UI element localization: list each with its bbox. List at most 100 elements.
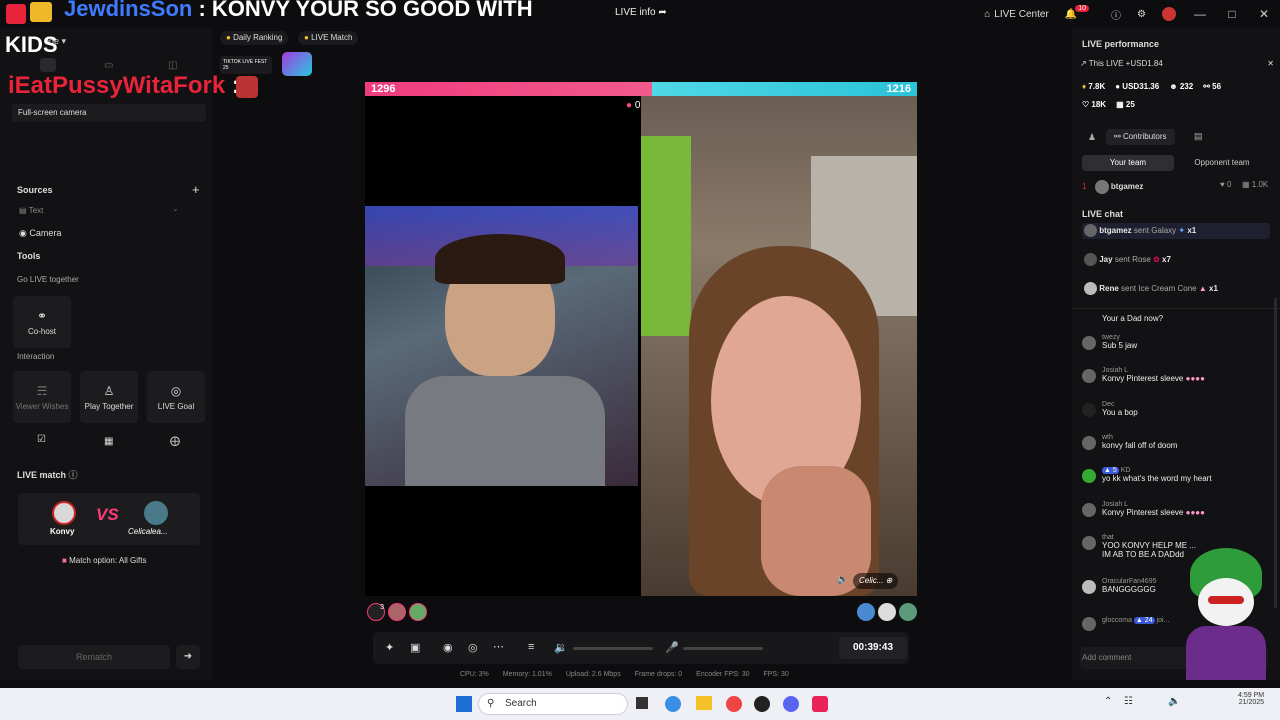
trend-icon: ↗ bbox=[1080, 59, 1087, 68]
livefest-badge[interactable]: TIKTOK LIVE FEST 25 bbox=[220, 56, 272, 74]
opponent-name-tag[interactable]: Celic... ⊕ bbox=[853, 573, 899, 589]
stream-controls: ✦ ▣ ◉ ◎ ⋯ ≡ 🔉 🎤 00:39:43 bbox=[373, 632, 909, 664]
screenshot-icon[interactable]: ◎ bbox=[468, 641, 478, 654]
gift-icon: ☴ bbox=[36, 383, 48, 398]
volume-icon[interactable]: 🔉 bbox=[554, 641, 568, 654]
clock[interactable]: 4:59 PM 21/2025 bbox=[1238, 692, 1264, 706]
chat-text: Konvy Pinterest sleeve bbox=[1102, 374, 1184, 383]
microphone-icon[interactable]: 🎤 bbox=[665, 641, 679, 654]
gift-message: btgamez sent Galaxy ✦ x1 bbox=[1082, 223, 1270, 239]
gift-box-icon[interactable]: ▦ bbox=[104, 436, 113, 447]
settings-button[interactable]: ⚙ bbox=[1129, 9, 1154, 20]
gifter-avatar[interactable] bbox=[409, 603, 427, 621]
stats-row-1: ♦ 7.8K ● USD31.36 ☻ 232 ⚯ 56 bbox=[1082, 82, 1221, 91]
more-icon[interactable]: ⋯ bbox=[493, 640, 504, 653]
taskbar-search[interactable]: ⚲ Search bbox=[478, 693, 628, 715]
chevron-down-icon[interactable]: ⌄ bbox=[172, 204, 179, 213]
gift-user: btgamez bbox=[1099, 226, 1132, 235]
mic-slider[interactable] bbox=[683, 647, 763, 650]
gifter-avatar[interactable]: 3 bbox=[367, 603, 385, 621]
stream-caption-red: iEatPussyWitaFork : bbox=[8, 72, 240, 100]
close-window-button[interactable]: ✕ bbox=[1248, 7, 1280, 21]
source-camera-item[interactable]: ◉ Camera bbox=[19, 228, 61, 239]
opponent-team-tab[interactable]: Opponent team bbox=[1176, 155, 1268, 171]
discord-icon[interactable] bbox=[783, 696, 799, 712]
chat-text: yo kk what's the word my heart bbox=[1102, 474, 1212, 483]
live-match-badge[interactable]: ● LIVE Match bbox=[298, 31, 359, 45]
ranking-icon: ● bbox=[226, 33, 231, 42]
opponent-gifter-avatar[interactable] bbox=[878, 603, 896, 621]
exit-match-button[interactable]: ➜ bbox=[176, 645, 200, 669]
stream-caption-title: JewdinsSon : KONVY YOUR SO GOOD WITH bbox=[64, 0, 533, 22]
this-live-row[interactable]: ↗ This LIVE +USD1.84 ✕ bbox=[1080, 56, 1274, 72]
contributor-score-b: 1.0K bbox=[1251, 180, 1269, 189]
cohost-button[interactable]: ⚭ Co-host bbox=[13, 296, 71, 348]
tiktok-live-studio-icon[interactable] bbox=[812, 696, 828, 712]
live-info-button[interactable]: LIVE info ➦ bbox=[615, 7, 667, 18]
user-add-icon[interactable]: ♟ bbox=[1088, 132, 1096, 143]
live-info-label: LIVE info bbox=[615, 7, 656, 18]
speaker-icon[interactable]: 🔈 bbox=[837, 574, 848, 585]
opponent-gifter-avatar[interactable] bbox=[857, 603, 875, 621]
add-source-icon[interactable]: + bbox=[192, 182, 200, 197]
poll-icon[interactable]: ☑ bbox=[37, 434, 46, 445]
opponent-name-text: Celic... bbox=[859, 576, 884, 585]
rematch-button[interactable]: Rematch bbox=[18, 645, 170, 669]
chat-scrollbar[interactable] bbox=[1274, 298, 1277, 608]
volume-slider[interactable] bbox=[573, 647, 653, 650]
gift-text: sent Rose bbox=[1114, 255, 1151, 264]
chat-message: Josiah L Konvy Pinterest sleeve ●●●● bbox=[1080, 501, 1276, 517]
contributor-row[interactable]: 1 btgamez ♥ 0 ▦ 1.0K bbox=[1082, 180, 1272, 194]
volume-tray-icon[interactable]: 🔈 bbox=[1168, 696, 1180, 707]
layout-icon[interactable]: ▣ bbox=[410, 641, 420, 654]
close-icon[interactable]: ✕ bbox=[1267, 56, 1274, 72]
gift-count: x1 bbox=[1187, 226, 1197, 235]
effects-icon[interactable]: ✦ bbox=[385, 641, 394, 654]
likes-stat: ♡ 18K bbox=[1082, 100, 1107, 109]
viewers-stat: ☻ 232 bbox=[1169, 82, 1194, 91]
chrome-icon[interactable] bbox=[726, 696, 742, 712]
chat-username: wth bbox=[1102, 434, 1113, 441]
contributors-button[interactable]: ⚯ Contributors bbox=[1106, 129, 1175, 145]
app-icon[interactable] bbox=[754, 696, 770, 712]
windows-start-icon[interactable] bbox=[456, 696, 472, 712]
chat-message: Josiah L Konvy Pinterest sleeve ●●●● bbox=[1080, 367, 1276, 383]
timer-icon: ● bbox=[626, 100, 633, 111]
go-live-together-label: Go LIVE together bbox=[17, 275, 79, 284]
portrait-mode-tab[interactable] bbox=[40, 58, 56, 72]
profile-avatar[interactable] bbox=[1154, 7, 1184, 21]
maximize-button[interactable]: □ bbox=[1216, 7, 1248, 21]
camera-layout-item[interactable]: Full-screen camera bbox=[12, 104, 206, 122]
score-right: 1216 bbox=[652, 82, 917, 96]
live-center-label: LIVE Center bbox=[994, 8, 1049, 20]
your-team-tab[interactable]: Your team bbox=[1082, 155, 1174, 171]
live-goal-button[interactable]: ◎ LIVE Goal bbox=[147, 371, 205, 423]
source-text-item[interactable]: ▤ Text bbox=[19, 206, 43, 215]
task-view-icon[interactable] bbox=[636, 697, 648, 709]
opponent-gifter-avatar[interactable] bbox=[899, 603, 917, 621]
viewer-wishes-button[interactable]: ☴ Viewer Wishes bbox=[13, 371, 71, 423]
network-icon[interactable]: ☷ bbox=[1124, 696, 1133, 707]
interaction-label: Interaction bbox=[17, 352, 55, 361]
mixer-icon[interactable]: ≡ bbox=[528, 641, 534, 653]
game-icon: ♙ bbox=[103, 383, 115, 398]
list-icon[interactable]: ▤ bbox=[1194, 131, 1203, 142]
copilot-icon[interactable] bbox=[665, 696, 681, 712]
gifter-avatar[interactable] bbox=[388, 603, 406, 621]
record-icon[interactable]: ◉ bbox=[443, 641, 453, 654]
chat-message: Dec You a bop bbox=[1080, 401, 1276, 417]
chat-username: gloccoma bbox=[1102, 617, 1132, 624]
match-option[interactable]: ■ Match option: All Gifts bbox=[62, 556, 146, 565]
notifications-button[interactable]: 🔔 10 bbox=[1057, 4, 1103, 20]
minimize-button[interactable]: — bbox=[1184, 7, 1216, 21]
chevron-up-icon[interactable]: ⌃ bbox=[1104, 696, 1112, 707]
plus-circle-icon[interactable]: ⨁ bbox=[170, 436, 180, 447]
live-center-button[interactable]: ⌂ LIVE Center bbox=[976, 9, 1057, 20]
search-label: Search bbox=[505, 698, 537, 709]
landscape-mode-tab[interactable]: ▭ bbox=[104, 60, 113, 71]
help-button[interactable]: ⓘ bbox=[1103, 7, 1129, 22]
file-explorer-icon[interactable] bbox=[696, 696, 712, 710]
scene-mode-tab[interactable]: ◫ bbox=[168, 60, 177, 71]
play-together-button[interactable]: ♙ Play Together bbox=[80, 371, 138, 423]
daily-ranking-badge[interactable]: ● Daily Ranking bbox=[220, 31, 289, 45]
